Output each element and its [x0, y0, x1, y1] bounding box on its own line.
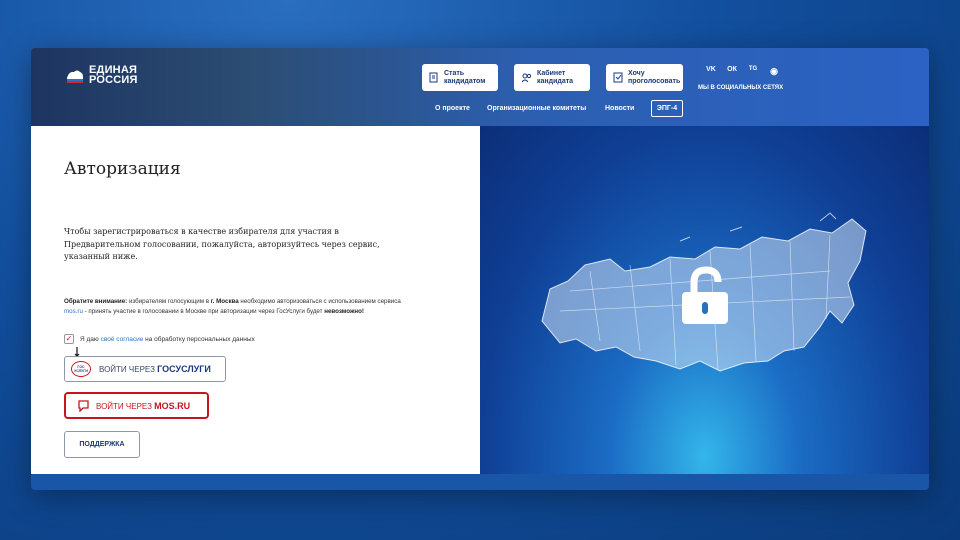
- mos-ru-link[interactable]: mos.ru: [64, 308, 83, 315]
- social-icon[interactable]: ◉: [768, 66, 780, 77]
- add-document-icon: [429, 72, 438, 83]
- support-button[interactable]: ПОДДЕРЖКА: [64, 431, 140, 458]
- candidate-cabinet-button[interactable]: Кабинет кандидата: [514, 64, 590, 91]
- notice-bold: Обратите внимание:: [64, 298, 128, 305]
- ballot-icon: [613, 72, 623, 83]
- hero-panel: [480, 126, 929, 474]
- nav-committees[interactable]: Организационные комитеты: [487, 105, 586, 112]
- footer-strip: [31, 474, 929, 490]
- want-to-vote-line1: Хочу: [628, 69, 645, 77]
- site-header: ЕДИНАЯ РОССИЯ Стать кандидатом Кабинет к…: [31, 48, 929, 126]
- mosru-name: MOS.RU: [154, 400, 191, 411]
- gosuslugi-login-button[interactable]: ГОС УСЛУГИ ВОЙТИ ЧЕРЕЗ ГОСУСЛУГИ: [64, 356, 226, 382]
- logo-line-2: РОССИЯ: [89, 74, 138, 86]
- mosru-logo-icon: [78, 399, 89, 412]
- moscow-notice: Обратите внимание: избирателям голосующи…: [64, 297, 404, 316]
- check-icon: ✓: [65, 334, 73, 343]
- notice-emph: невозможно!: [324, 307, 364, 315]
- consent-link[interactable]: своё согласие: [101, 336, 144, 343]
- notice-part2: необходимо авторизоваться с использовани…: [238, 298, 401, 305]
- want-to-vote-button[interactable]: Хочу проголосовать: [606, 64, 683, 91]
- unlock-icon: [682, 266, 728, 324]
- consent-row: ✓ Я даю своё согласие на обработку персо…: [64, 334, 255, 344]
- app-window: ЕДИНАЯ РОССИЯ Стать кандидатом Кабинет к…: [31, 48, 929, 490]
- mouse-cursor-icon: [74, 347, 80, 357]
- odnoklassniki-icon[interactable]: ОК: [726, 66, 738, 77]
- become-candidate-line2: кандидатом: [444, 77, 486, 85]
- gosuslugi-prefix: ВОЙТИ ЧЕРЕЗ: [99, 365, 158, 374]
- notice-city: г. Москва: [210, 298, 239, 305]
- party-logo[interactable]: ЕДИНАЯ РОССИЯ: [65, 65, 138, 86]
- gosuslugi-name: ГОСУСЛУГИ: [157, 364, 211, 374]
- page-title: Авторизация: [64, 159, 181, 179]
- telegram-icon[interactable]: TG: [747, 66, 759, 77]
- become-candidate-button[interactable]: Стать кандидатом: [422, 64, 498, 91]
- notice-part1: избирателям голосующим в: [127, 298, 211, 305]
- mosru-prefix: ВОЙТИ ЧЕРЕЗ: [96, 401, 155, 411]
- want-to-vote-line2: проголосовать: [628, 77, 681, 85]
- candidate-cabinet-line1: Кабинет: [537, 69, 566, 77]
- nav-news[interactable]: Новости: [605, 105, 634, 112]
- social-label: МЫ В СОЦИАЛЬНЫХ СЕТЯХ: [698, 85, 784, 91]
- auth-panel: Авторизация Чтобы зарегистрироваться в к…: [31, 126, 480, 474]
- become-candidate-line1: Стать: [444, 69, 465, 77]
- consent-after: на обработку персональных данных: [143, 335, 255, 343]
- nav-epg-button[interactable]: ЭПГ-4: [651, 100, 683, 117]
- consent-before: Я даю: [80, 335, 101, 343]
- social-links: VK ОК TG ◉: [705, 66, 780, 77]
- users-icon: [521, 73, 532, 82]
- mosru-login-button[interactable]: ВОЙТИ ЧЕРЕЗ MOS.RU: [64, 392, 209, 419]
- candidate-cabinet-line2: кандидата: [537, 77, 574, 85]
- vk-icon[interactable]: VK: [705, 66, 717, 77]
- notice-part3: - принять участие в голосовании в Москве…: [82, 307, 325, 315]
- bear-logo-icon: [67, 70, 83, 83]
- consent-checkbox[interactable]: ✓: [64, 334, 74, 344]
- intro-text: Чтобы зарегистрироваться в качестве изби…: [64, 227, 380, 261]
- nav-about[interactable]: О проекте: [435, 105, 470, 112]
- gosuslugi-logo-icon: ГОС УСЛУГИ: [71, 361, 91, 377]
